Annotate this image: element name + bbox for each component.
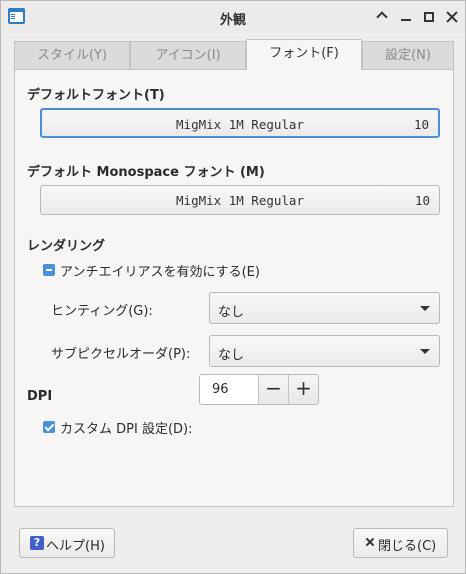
help-icon: ? (30, 536, 44, 550)
monospace-font-button[interactable]: MigMix 1M Regular 10 (40, 185, 440, 215)
close-icon (365, 537, 375, 547)
dpi-spinbutton: 96 − + (199, 374, 319, 405)
default-font-name: MigMix 1M Regular (176, 117, 304, 132)
close-button-label: 閉じる(C) (378, 539, 437, 554)
title-bar[interactable]: 外観 (1, 1, 465, 33)
dropdown-arrow-icon (420, 306, 430, 311)
maximize-button[interactable] (419, 7, 439, 27)
custom-dpi-checkbox[interactable] (43, 421, 55, 433)
dpi-increment-button[interactable]: + (288, 375, 318, 404)
dpi-input[interactable]: 96 (200, 375, 258, 404)
default-font-size: 10 (413, 117, 429, 132)
subpixel-label: サブピクセルオーダ(P): (51, 347, 191, 362)
antialias-label[interactable]: アンチエイリアスを有効にする(E) (60, 261, 260, 280)
tab-bar: スタイル(Y) アイコン(I) フォント(F) 設定(N) (14, 39, 454, 70)
close-window-button[interactable] (442, 7, 462, 27)
tab-settings[interactable]: 設定(N) (362, 41, 454, 69)
dpi-value: 96 (212, 382, 229, 397)
fonts-page: デフォルトフォント(T) MigMix 1M Regular 10 デフォルト … (14, 69, 454, 507)
monospace-font-name: MigMix 1M Regular (176, 193, 304, 208)
maximize-icon (424, 12, 434, 22)
dpi-heading: DPI (27, 389, 53, 404)
monospace-font-size: 10 (414, 193, 430, 208)
appearance-window: 外観 スタイル(Y) アイコン(I) フォント(F) 設定(N) デフォルトフォ… (0, 0, 466, 574)
rendering-heading: レンダリング (27, 239, 106, 254)
dpi-decrement-button[interactable]: − (258, 375, 288, 404)
chevron-up-icon (376, 11, 388, 23)
custom-dpi-label[interactable]: カスタム DPI 設定(D): (60, 418, 192, 437)
monospace-font-heading: デフォルト Monospace フォント (M) (27, 165, 265, 180)
hinting-label: ヒンティング(G): (51, 304, 153, 319)
subpixel-value: なし (218, 348, 245, 363)
antialias-checkbox[interactable] (43, 264, 55, 276)
close-button[interactable]: 閉じる(C) (353, 528, 448, 558)
help-button[interactable]: ? ヘルプ(H) (19, 528, 115, 558)
tab-style[interactable]: スタイル(Y) (14, 41, 130, 69)
minimize-icon (401, 19, 411, 21)
hinting-value: なし (218, 305, 245, 320)
shade-window-button[interactable] (372, 7, 392, 27)
minimize-button[interactable] (396, 7, 416, 27)
settings-notebook: スタイル(Y) アイコン(I) フォント(F) 設定(N) デフォルトフォント(… (14, 39, 454, 507)
default-font-heading: デフォルトフォント(T) (27, 88, 165, 103)
subpixel-select[interactable]: なし (209, 335, 440, 367)
tab-fonts[interactable]: フォント(F) (246, 39, 362, 70)
help-button-label: ヘルプ(H) (46, 539, 105, 554)
default-font-button[interactable]: MigMix 1M Regular 10 (40, 108, 440, 138)
dropdown-arrow-icon (420, 349, 430, 354)
hinting-select[interactable]: なし (209, 292, 440, 324)
tab-icons[interactable]: アイコン(I) (130, 41, 246, 69)
